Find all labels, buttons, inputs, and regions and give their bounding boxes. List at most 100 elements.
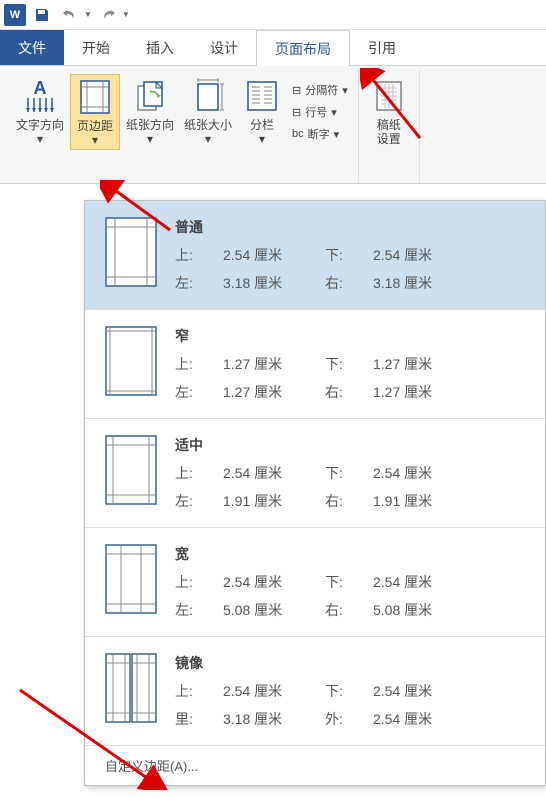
- manuscript-settings-label: 设置: [377, 132, 401, 146]
- manuscript-icon: [369, 76, 409, 116]
- margins-label: 页边距: [77, 119, 113, 133]
- margin-label-right: 右:: [325, 273, 361, 293]
- margin-label-bottom: 下:: [325, 354, 361, 374]
- tab-insert[interactable]: 插入: [128, 30, 192, 65]
- margin-preview-icon: [105, 653, 157, 723]
- margin-preview-icon: [105, 544, 157, 614]
- text-direction-label: 文字方向: [16, 118, 64, 132]
- tab-home[interactable]: 开始: [64, 30, 128, 65]
- margin-option-details: 窄 上:1.27 厘米 下:1.27 厘米 左:1.27 厘米 右:1.27 厘…: [175, 326, 525, 402]
- margins-button[interactable]: 页边距▾: [70, 74, 120, 150]
- line-numbers-button[interactable]: ⊟行号 ▾: [288, 102, 352, 122]
- margin-option-title: 窄: [175, 326, 525, 346]
- size-label: 纸张大小: [184, 118, 232, 132]
- margin-option-details: 适中 上:2.54 厘米 下:2.54 厘米 左:1.91 厘米 右:1.91 …: [175, 435, 525, 511]
- undo-button[interactable]: [58, 3, 82, 27]
- tab-file[interactable]: 文件: [0, 30, 64, 65]
- margin-label-left: 里:: [175, 709, 211, 729]
- margin-val-left: 5.08 厘米: [223, 600, 313, 620]
- margin-preset-0[interactable]: 普通 上: 2.54 厘米 下: 2.54 厘米 左: 3.18 厘米 右: 3.18 …: [85, 201, 545, 309]
- margin-preset-3[interactable]: 宽 上:2.54 厘米 下:2.54 厘米 左:5.08 厘米 右:5.08 厘…: [85, 528, 545, 636]
- orientation-button[interactable]: 纸张方向▾: [122, 74, 178, 150]
- margin-option-details: 宽 上:2.54 厘米 下:2.54 厘米 左:5.08 厘米 右:5.08 厘…: [175, 544, 525, 620]
- margin-preview-icon: [105, 435, 157, 505]
- margin-preview-icon: [105, 326, 157, 396]
- size-icon: [188, 76, 228, 116]
- margin-val-bottom: 1.27 厘米: [373, 354, 463, 374]
- redo-icon: [100, 7, 116, 23]
- margin-label-left: 左:: [175, 273, 211, 293]
- tab-references[interactable]: 引用: [350, 30, 414, 65]
- custom-margins-button[interactable]: 自定义边距(A)...: [85, 745, 545, 785]
- margin-label-left: 左:: [175, 600, 211, 620]
- margin-val-top: 2.54 厘米: [223, 463, 313, 483]
- margin-label-bottom: 下:: [325, 572, 361, 592]
- margin-val-right: 1.91 厘米: [373, 491, 463, 511]
- margin-option-details: 普通 上: 2.54 厘米 下: 2.54 厘米 左: 3.18 厘米 右: 3.18 …: [175, 217, 525, 293]
- save-icon: [34, 7, 50, 23]
- manuscript-label: 稿纸: [377, 118, 401, 132]
- margin-val-bottom: 2.54 厘米: [373, 681, 463, 701]
- margin-preview-icon: [105, 217, 157, 287]
- breaks-button[interactable]: ⊟分隔符 ▾: [288, 80, 352, 100]
- margin-option-title: 宽: [175, 544, 525, 564]
- margin-option-values: 上:1.27 厘米 下:1.27 厘米 左:1.27 厘米 右:1.27 厘米: [175, 354, 525, 402]
- margin-val-right: 3.18 厘米: [373, 273, 463, 293]
- margin-val-left: 1.27 厘米: [223, 382, 313, 402]
- title-bar: W ▼ ▼: [0, 0, 546, 30]
- margin-label-top: 上:: [175, 245, 211, 265]
- margin-val-top: 2.54 厘米: [223, 245, 313, 265]
- columns-icon: [242, 76, 282, 116]
- margin-val-left: 3.18 厘米: [223, 709, 313, 729]
- margin-option-values: 上: 2.54 厘米 下: 2.54 厘米 左: 3.18 厘米 右: 3.18 厘米: [175, 245, 525, 293]
- redo-button[interactable]: [96, 3, 120, 27]
- margin-label-top: 上:: [175, 463, 211, 483]
- breaks-icon: ⊟: [292, 84, 301, 97]
- margin-label-top: 上:: [175, 681, 211, 701]
- ribbon-tabs: 文件 开始 插入 设计 页面布局 引用: [0, 30, 546, 66]
- margin-preset-2[interactable]: 适中 上:2.54 厘米 下:2.54 厘米 左:1.91 厘米 右:1.91 …: [85, 419, 545, 527]
- margin-label-bottom: 下:: [325, 681, 361, 701]
- size-button[interactable]: 纸张大小▾: [180, 74, 236, 150]
- tab-layout[interactable]: 页面布局: [256, 30, 350, 66]
- hyphenation-button[interactable]: bc断字 ▾: [288, 124, 352, 144]
- line-numbers-label: 行号: [305, 104, 327, 120]
- margin-preset-4[interactable]: 镜像 上:2.54 厘米 下:2.54 厘米 里:3.18 厘米 外:2.54 …: [85, 637, 545, 745]
- margin-val-right: 2.54 厘米: [373, 709, 463, 729]
- save-button[interactable]: [30, 3, 54, 27]
- margin-val-left: 1.91 厘米: [223, 491, 313, 511]
- margin-label-right: 外:: [325, 709, 361, 729]
- margin-label-right: 右:: [325, 382, 361, 402]
- qat-customize-caret-icon[interactable]: ▼: [122, 10, 130, 19]
- margin-val-top: 1.27 厘米: [223, 354, 313, 374]
- margin-label-right: 右:: [325, 491, 361, 511]
- margin-val-left: 3.18 厘米: [223, 273, 313, 293]
- ribbon-group-page-setup: A 文字方向▾ 页边距▾ 纸张方向▾ 纸张大小▾: [6, 70, 358, 183]
- margin-option-title: 普通: [175, 217, 525, 237]
- tab-design[interactable]: 设计: [192, 30, 256, 65]
- margin-label-left: 左:: [175, 382, 211, 402]
- undo-caret-icon[interactable]: ▼: [84, 10, 92, 19]
- margin-val-bottom: 2.54 厘米: [373, 463, 463, 483]
- line-numbers-icon: ⊟: [292, 106, 301, 119]
- margin-label-bottom: 下:: [325, 463, 361, 483]
- margin-val-top: 2.54 厘米: [223, 572, 313, 592]
- word-app-icon: W: [4, 4, 26, 26]
- margin-val-right: 5.08 厘米: [373, 600, 463, 620]
- margin-label-bottom: 下:: [325, 245, 361, 265]
- hyphenation-icon: bc: [292, 128, 304, 140]
- margin-option-title: 适中: [175, 435, 525, 455]
- undo-icon: [62, 7, 78, 23]
- hyphenation-label: 断字: [308, 126, 330, 142]
- margin-val-bottom: 2.54 厘米: [373, 245, 463, 265]
- margin-option-title: 镜像: [175, 653, 525, 673]
- margin-label-right: 右:: [325, 600, 361, 620]
- text-direction-button[interactable]: A 文字方向▾: [12, 74, 68, 150]
- orientation-label: 纸张方向: [126, 118, 174, 132]
- margin-preset-1[interactable]: 窄 上:1.27 厘米 下:1.27 厘米 左:1.27 厘米 右:1.27 厘…: [85, 310, 545, 418]
- margin-label-top: 上:: [175, 354, 211, 374]
- orientation-icon: [130, 76, 170, 116]
- manuscript-button[interactable]: 稿纸设置: [365, 74, 413, 148]
- columns-button[interactable]: 分栏▾: [238, 74, 286, 150]
- columns-label: 分栏: [250, 118, 274, 132]
